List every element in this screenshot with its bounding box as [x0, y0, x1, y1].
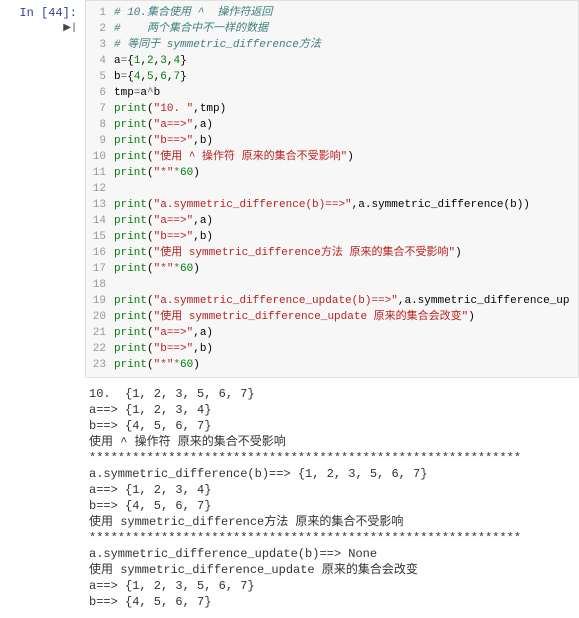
output-area: 10. {1, 2, 3, 5, 6, 7} a==> {1, 2, 3, 4}…	[85, 378, 579, 618]
code-line[interactable]: # 等同于 symmetric_difference方法	[114, 37, 578, 53]
code-line[interactable]	[114, 277, 578, 293]
line-number: 20	[86, 309, 106, 325]
code-line[interactable]	[114, 181, 578, 197]
line-number: 7	[86, 101, 106, 117]
line-number: 19	[86, 293, 106, 309]
prompt-label: In [44]:	[19, 6, 77, 20]
line-number: 23	[86, 357, 106, 373]
code-line[interactable]: print("*"*60)	[114, 357, 578, 373]
code-line[interactable]: # 10.集合使用 ^ 操作符返回	[114, 5, 578, 21]
line-number: 13	[86, 197, 106, 213]
line-number: 21	[86, 325, 106, 341]
line-number: 11	[86, 165, 106, 181]
code-line[interactable]: print("b==>",b)	[114, 229, 578, 245]
code-editor[interactable]: 1234567891011121314151617181920212223 # …	[85, 0, 579, 378]
code-cell: In [44]: ▶| 1234567891011121314151617181…	[0, 0, 579, 378]
code-line[interactable]: print("b==>",b)	[114, 341, 578, 357]
line-number: 8	[86, 117, 106, 133]
code-line[interactable]: print("*"*60)	[114, 261, 578, 277]
code-line[interactable]: a={1,2,3,4}	[114, 53, 578, 69]
code-line[interactable]: print("a==>",a)	[114, 117, 578, 133]
line-number: 2	[86, 21, 106, 37]
line-number: 9	[86, 133, 106, 149]
code-line[interactable]: print("使用 ^ 操作符 原来的集合不受影响")	[114, 149, 578, 165]
code-line[interactable]: print("*"*60)	[114, 165, 578, 181]
code-line[interactable]: b={4,5,6,7}	[114, 69, 578, 85]
code-line[interactable]: print("使用 symmetric_difference方法 原来的集合不受…	[114, 245, 578, 261]
run-icon[interactable]: ▶|	[63, 23, 77, 34]
line-number: 10	[86, 149, 106, 165]
line-number: 14	[86, 213, 106, 229]
line-gutter: 1234567891011121314151617181920212223	[86, 5, 114, 373]
line-number: 16	[86, 245, 106, 261]
line-number: 18	[86, 277, 106, 293]
code-line[interactable]: tmp=a^b	[114, 85, 578, 101]
code-line[interactable]: # 两个集合中不一样的数据	[114, 21, 578, 37]
line-number: 4	[86, 53, 106, 69]
line-number: 22	[86, 341, 106, 357]
input-prompt: In [44]: ▶|	[0, 0, 85, 378]
code-line[interactable]: print("a==>",a)	[114, 325, 578, 341]
line-number: 1	[86, 5, 106, 21]
line-number: 15	[86, 229, 106, 245]
line-number: 5	[86, 69, 106, 85]
code-line[interactable]: print("10. ",tmp)	[114, 101, 578, 117]
code-line[interactable]: print("a.symmetric_difference(b)==>",a.s…	[114, 197, 578, 213]
line-number: 6	[86, 85, 106, 101]
line-number: 12	[86, 181, 106, 197]
code-line[interactable]: print("b==>",b)	[114, 133, 578, 149]
line-number: 17	[86, 261, 106, 277]
code-line[interactable]: print("a==>",a)	[114, 213, 578, 229]
code-content[interactable]: # 10.集合使用 ^ 操作符返回# 两个集合中不一样的数据# 等同于 symm…	[114, 5, 578, 373]
code-line[interactable]: print("a.symmetric_difference_update(b)=…	[114, 293, 578, 309]
code-line[interactable]: print("使用 symmetric_difference_update 原来…	[114, 309, 578, 325]
line-number: 3	[86, 37, 106, 53]
